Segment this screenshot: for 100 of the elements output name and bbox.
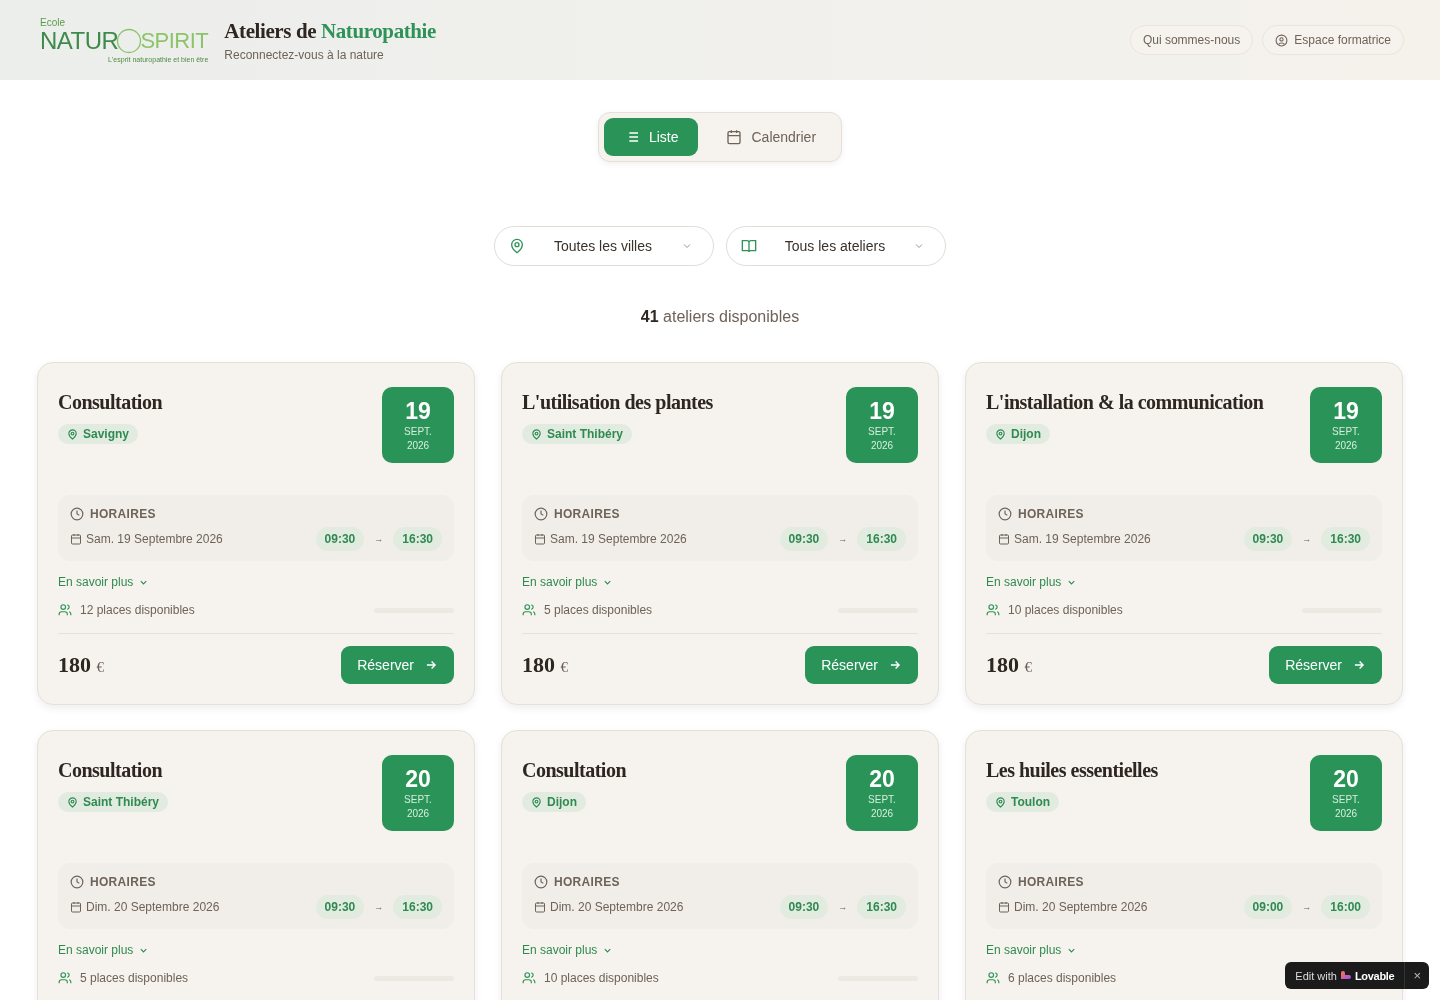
- schedule-date: Sam. 19 Septembre 2026: [550, 532, 687, 546]
- calendar-icon: [534, 901, 546, 913]
- clock-icon: [998, 507, 1012, 521]
- circle-icon: [116, 27, 143, 54]
- schedule-label: HORAIRES: [554, 507, 620, 521]
- date-month: SEPT.: [868, 426, 896, 438]
- filter-dropdown[interactable]: Tous les ateliers: [726, 226, 946, 266]
- city-name: Dijon: [1011, 427, 1041, 441]
- clock-icon: [534, 875, 548, 889]
- city-name: Saint Thibéry: [547, 427, 623, 441]
- arrow-right-icon: [1352, 658, 1366, 672]
- arrow-text: →: [838, 534, 848, 544]
- currency: €: [96, 659, 104, 675]
- places-text: 5 places disponibles: [80, 971, 190, 985]
- nav-button[interactable]: Qui sommes-nous: [1129, 25, 1254, 55]
- city-name: Dijon: [547, 795, 577, 809]
- places-text: 12 places disponibles: [80, 603, 196, 617]
- places-text: 10 places disponibles: [544, 971, 660, 985]
- location-pin-icon: [531, 428, 542, 440]
- start-time: 09:30: [315, 895, 365, 919]
- calendar-icon: [726, 129, 743, 145]
- end-time: 16:30: [393, 895, 442, 919]
- schedule-date: Dim. 20 Septembre 2026: [86, 900, 220, 914]
- location-pin-icon: [67, 796, 78, 808]
- start-time: 09:30: [779, 527, 829, 551]
- calendar-icon: [534, 533, 546, 545]
- more-info-link[interactable]: En savoir plus: [58, 943, 150, 957]
- city-name: Saint Thibéry: [83, 795, 159, 809]
- page-subtitle: Reconnectez-vous à la nature: [224, 47, 385, 62]
- location-pin-icon: [509, 238, 525, 254]
- more-info-link[interactable]: En savoir plus: [986, 575, 1078, 589]
- price: 180: [986, 652, 1019, 677]
- date-month: SEPT.: [404, 794, 432, 806]
- schedule-date: Dim. 20 Septembre 2026: [1014, 900, 1148, 914]
- schedule-label: HORAIRES: [1018, 507, 1084, 521]
- book-icon: [741, 238, 757, 254]
- date-year: 2026: [870, 808, 894, 820]
- location-pin-icon: [67, 428, 78, 440]
- workshop-title: Consultation: [58, 759, 164, 782]
- schedule-date: Dim. 20 Septembre 2026: [550, 900, 684, 914]
- calendar-icon: [70, 533, 82, 545]
- arrow-right-icon: [888, 658, 902, 672]
- calendar-icon: [70, 901, 82, 913]
- more-info-link[interactable]: En savoir plus: [522, 575, 614, 589]
- workshop-title: L'installation & la communication: [986, 391, 1264, 414]
- close-button[interactable]: ×: [1405, 968, 1429, 983]
- schedule-label: HORAIRES: [1018, 875, 1084, 889]
- user-icon: [1275, 33, 1289, 47]
- date-month: SEPT.: [404, 426, 432, 438]
- page-title: Ateliers de Naturopathie: [224, 18, 436, 44]
- location-pin-icon: [995, 428, 1006, 440]
- more-info-link[interactable]: En savoir plus: [986, 943, 1078, 957]
- arrow-text: →: [374, 902, 384, 912]
- filter-dropdown[interactable]: Toutes les villes: [494, 226, 714, 266]
- city-name: Savigny: [83, 427, 130, 441]
- date-year: 2026: [1334, 808, 1358, 820]
- users-icon: [58, 603, 72, 617]
- workshop-title: L'utilisation des plantes: [522, 391, 713, 414]
- more-info-link[interactable]: En savoir plus: [58, 575, 150, 589]
- end-time: 16:00: [1321, 895, 1370, 919]
- price: 180: [522, 652, 555, 677]
- book-button[interactable]: Réserver: [805, 646, 918, 684]
- schedule-label: HORAIRES: [90, 507, 156, 521]
- city-name: Toulon: [1011, 795, 1051, 809]
- end-time: 16:30: [857, 895, 906, 919]
- book-button[interactable]: Réserver: [341, 646, 454, 684]
- currency: €: [560, 659, 568, 675]
- users-icon: [522, 971, 536, 985]
- more-info-link[interactable]: En savoir plus: [522, 943, 614, 957]
- date-day: 19: [405, 398, 431, 425]
- date-month: SEPT.: [868, 794, 896, 806]
- date-year: 2026: [406, 808, 430, 820]
- calendar-icon: [998, 533, 1010, 545]
- price: 180: [58, 652, 91, 677]
- edit-link[interactable]: Edit with Lovable: [1285, 962, 1406, 989]
- workshop-title: Les huiles essentielles: [986, 759, 1158, 782]
- users-icon: [58, 971, 72, 985]
- result-count: 41 ateliers disponibles: [639, 308, 801, 326]
- date-day: 20: [1333, 766, 1359, 793]
- view-tab[interactable]: Calendrier: [706, 118, 837, 156]
- date-day: 19: [1333, 398, 1359, 425]
- end-time: 16:30: [857, 527, 906, 551]
- places-text: 6 places disponibles: [1008, 971, 1118, 985]
- workshop-title: Consultation: [58, 391, 163, 414]
- schedule-date: Sam. 19 Septembre 2026: [86, 532, 223, 546]
- date-day: 19: [869, 398, 895, 425]
- view-tab[interactable]: Liste: [603, 118, 699, 156]
- start-time: 09:30: [779, 895, 829, 919]
- currency: €: [1024, 659, 1032, 675]
- users-icon: [522, 603, 536, 617]
- nav-button[interactable]: Espace formatrice: [1262, 25, 1404, 55]
- users-icon: [986, 971, 1000, 985]
- clock-icon: [70, 507, 84, 521]
- end-time: 16:30: [1321, 527, 1370, 551]
- start-time: 09:00: [1243, 895, 1293, 919]
- arrow-text: →: [838, 902, 848, 912]
- book-button[interactable]: Réserver: [1269, 646, 1382, 684]
- date-year: 2026: [406, 440, 430, 452]
- date-year: 2026: [870, 440, 894, 452]
- date-year: 2026: [1334, 440, 1358, 452]
